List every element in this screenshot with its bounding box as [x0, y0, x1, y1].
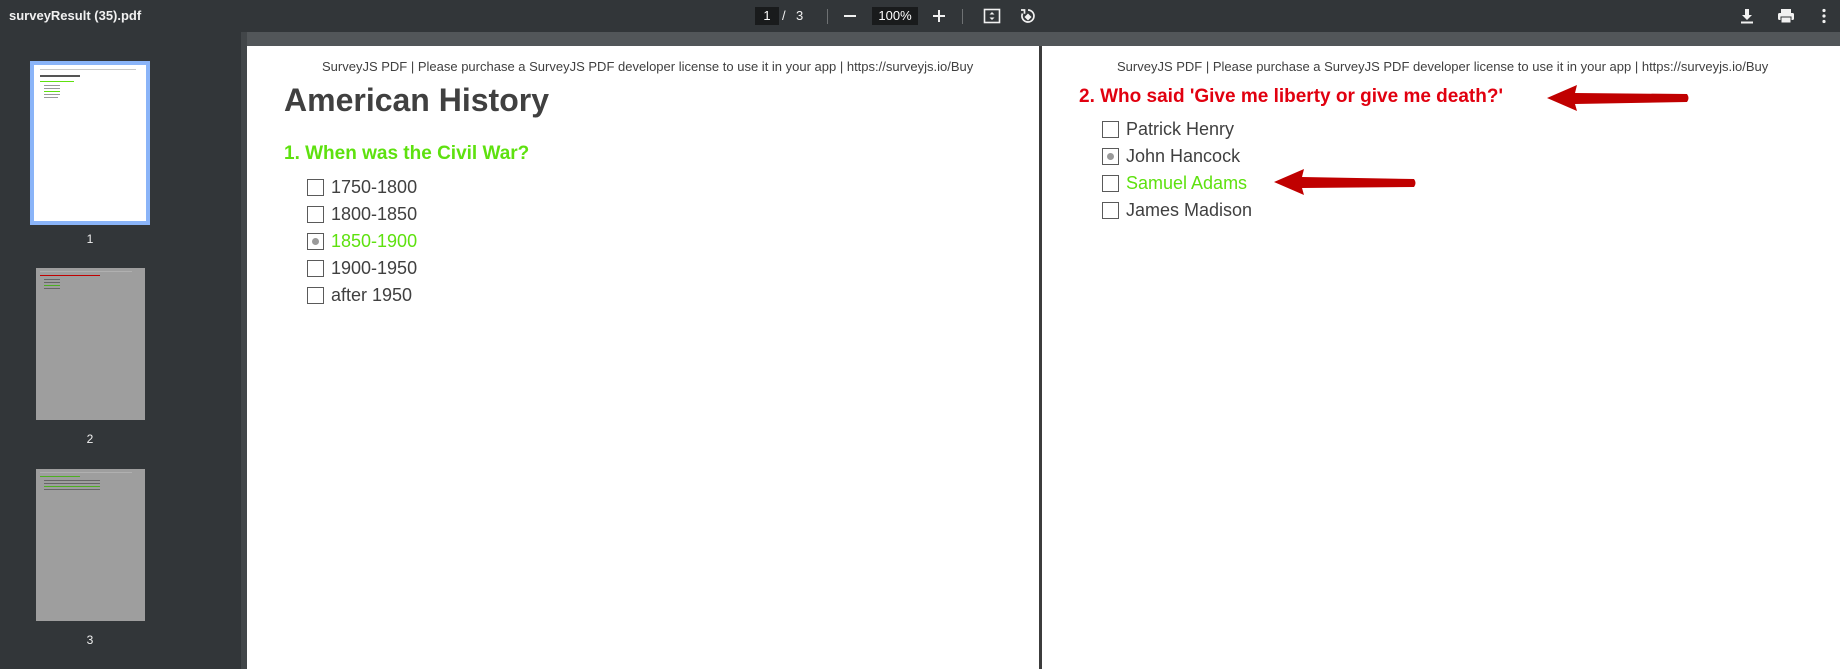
zoom-input[interactable]: 100% — [872, 7, 918, 25]
zoom-in-button[interactable] — [927, 4, 951, 28]
thumbnail-number: 1 — [86, 232, 94, 246]
option-checkbox — [1102, 201, 1119, 219]
more-vert-icon — [1822, 8, 1826, 24]
download-icon — [1741, 9, 1753, 24]
rotate-icon — [1021, 9, 1035, 23]
annotation-arrow-icon — [1274, 169, 1416, 195]
more-actions-button[interactable] — [1812, 4, 1836, 28]
thumbnail-page-2[interactable] — [36, 268, 145, 420]
license-banner: SurveyJS PDF | Please purchase a SurveyJ… — [322, 59, 974, 74]
thumbnail-number: 3 — [86, 633, 94, 647]
toolbar-divider — [962, 9, 963, 24]
fit-page-button[interactable] — [980, 4, 1004, 28]
zoom-out-button[interactable] — [838, 4, 862, 28]
option-item: after 1950 — [307, 284, 412, 306]
option-item: James Madison — [1102, 199, 1252, 221]
option-label: Patrick Henry — [1126, 118, 1235, 139]
option-label-correct: Samuel Adams — [1126, 172, 1248, 193]
thumbnail-page-1[interactable] — [30, 61, 150, 225]
option-label: 1900-1950 — [331, 257, 418, 278]
option-checkbox — [307, 178, 324, 196]
print-button[interactable] — [1774, 4, 1798, 28]
toolbar-divider — [827, 9, 828, 24]
option-checkbox — [307, 259, 324, 277]
minus-icon — [844, 15, 856, 17]
pdf-page-1 — [247, 46, 1039, 669]
question-1-title: 1. When was the Civil War? — [284, 143, 530, 164]
total-pages: 3 — [796, 8, 804, 23]
option-label: 1800-1850 — [331, 203, 418, 224]
option-label-correct: 1850-1900 — [331, 230, 418, 251]
thumbnail-image — [36, 469, 145, 621]
pdf-toolbar: surveyResult (35).pdf 1 / 3 100% — [0, 0, 1840, 32]
thumbnail-image — [30, 61, 150, 225]
thumbnail-image — [36, 268, 145, 420]
option-item: 1800-1850 — [307, 203, 417, 225]
page-separator: / — [782, 8, 786, 23]
option-checkbox — [1102, 174, 1119, 192]
survey-title: American History — [284, 82, 549, 118]
option-label: James Madison — [1126, 199, 1253, 220]
license-banner: SurveyJS PDF | Please purchase a SurveyJ… — [1117, 59, 1769, 74]
download-button[interactable] — [1735, 4, 1759, 28]
option-item: 1900-1950 — [307, 257, 417, 279]
option-item: 1750-1800 — [307, 176, 417, 198]
option-item: Patrick Henry — [1102, 118, 1234, 140]
option-checkbox-selected — [1102, 147, 1119, 165]
plus-icon — [933, 10, 945, 22]
page-number-input[interactable]: 1 — [755, 7, 779, 25]
option-checkbox — [307, 286, 324, 304]
thumbnail-number: 2 — [86, 432, 94, 446]
option-item: John Hancock — [1102, 145, 1240, 167]
option-checkbox — [307, 205, 324, 223]
option-label: 1750-1800 — [331, 176, 418, 197]
option-checkbox — [1102, 120, 1119, 138]
rotate-button[interactable] — [1016, 4, 1040, 28]
option-label: after 1950 — [331, 284, 413, 305]
option-checkbox-selected — [307, 232, 324, 250]
annotation-arrow-icon — [1547, 85, 1689, 111]
print-icon — [1778, 9, 1794, 24]
question-2-title: 2. Who said 'Give me liberty or give me … — [1079, 86, 1503, 107]
option-label: John Hancock — [1126, 145, 1241, 166]
file-title: surveyResult (35).pdf — [9, 8, 142, 23]
option-item: 1850-1900 — [307, 230, 417, 252]
thumbnail-page-3[interactable] — [36, 469, 145, 621]
fit-page-icon — [983, 8, 1001, 24]
option-item: Samuel Adams — [1102, 172, 1247, 194]
